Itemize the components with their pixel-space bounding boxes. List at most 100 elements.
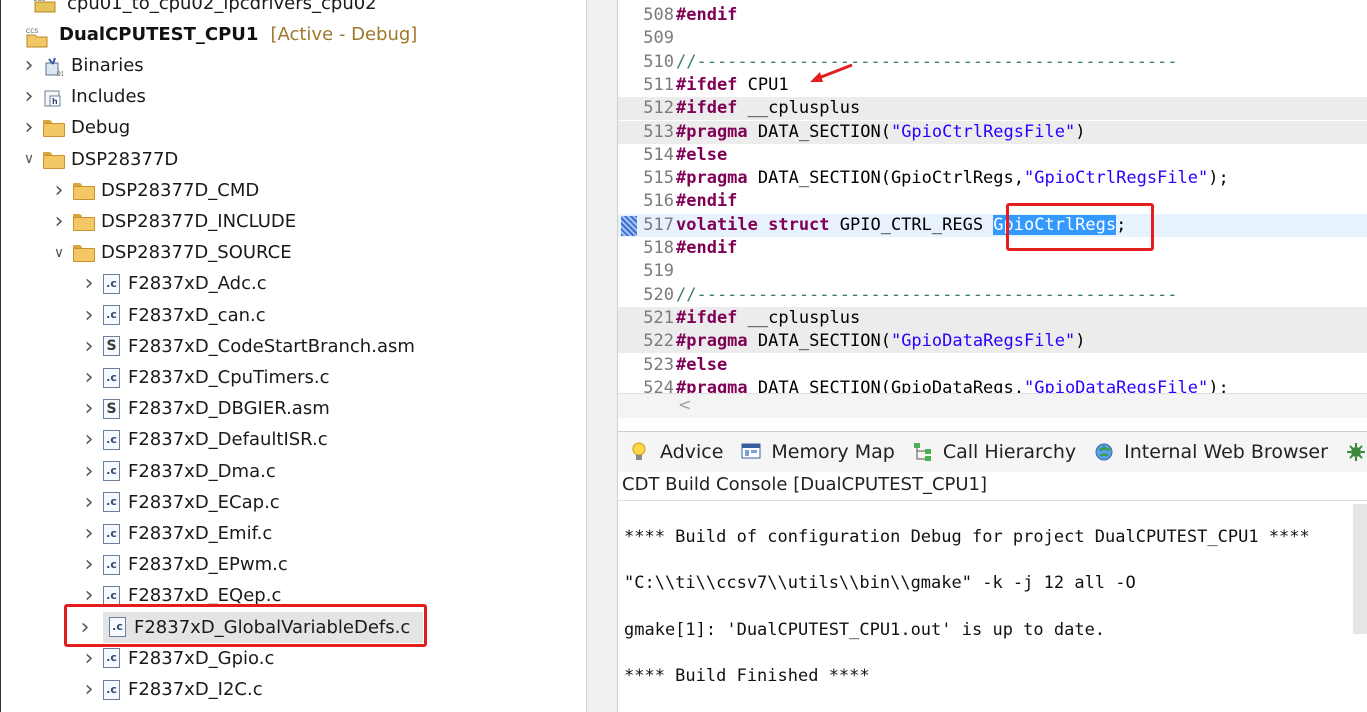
tree-item-cpu02-project[interactable]: CCS cpu01_to_cpu02_ipcdrivers_cpu02 xyxy=(1,0,586,19)
code-line[interactable]: 509 xyxy=(618,27,1367,50)
c-file-icon: .c xyxy=(103,554,120,575)
line-number: 513 xyxy=(643,121,674,142)
vertical-scrollbar[interactable] xyxy=(1353,504,1367,634)
tree-item[interactable]: › Debug xyxy=(1,112,586,143)
chevron-right-icon[interactable]: › xyxy=(81,646,97,671)
tree-item[interactable]: › .c F2837xD_EPwm.c xyxy=(1,549,586,580)
code-text: ); xyxy=(1208,168,1229,189)
folder-icon xyxy=(73,182,95,200)
code-line[interactable]: 521 #ifdef __cplusplus xyxy=(618,306,1367,331)
code-keyword: #ifdef xyxy=(676,98,738,119)
chevron-down-icon[interactable]: ∨ xyxy=(51,245,67,261)
tree-item-label: Includes xyxy=(71,86,146,108)
c-file-icon: .c xyxy=(103,585,120,606)
tree-item[interactable]: › 01 Binaries xyxy=(1,50,586,81)
tree-item-label: F2837xD_can.c xyxy=(128,304,266,326)
chevron-right-icon[interactable]: › xyxy=(81,303,97,328)
code-line[interactable]: 515 #pragma DATA_SECTION(GpioCtrlRegs,"Gp… xyxy=(618,167,1367,190)
tree-item[interactable]: › .c F2837xD_CpuTimers.c xyxy=(1,362,586,393)
code-line[interactable]: 512 #ifdef __cplusplus xyxy=(618,97,1367,121)
chevron-down-icon[interactable]: ∨ xyxy=(21,151,37,167)
tree-item[interactable]: › .c F2837xD_can.c xyxy=(1,300,586,331)
code-line[interactable]: 518 #endif xyxy=(618,237,1367,260)
tree-item-project[interactable]: CCS DualCPUTEST_CPU1 [Active - Debug] xyxy=(1,19,586,50)
chevron-right-icon[interactable]: › xyxy=(81,396,97,421)
scroll-left-icon[interactable]: < xyxy=(678,395,691,414)
chevron-right-icon[interactable]: › xyxy=(81,365,97,390)
code-line[interactable]: 511 #ifdef CPU1 xyxy=(618,74,1367,97)
chevron-right-icon[interactable]: › xyxy=(81,521,97,546)
view-tab[interactable]: De xyxy=(1346,441,1367,463)
line-number: 518 xyxy=(643,238,674,258)
chevron-right-icon[interactable]: › xyxy=(81,459,97,484)
tree-item-label: F2837xD_CpuTimers.c xyxy=(128,367,330,388)
ccs-project-icon: CCS xyxy=(33,0,59,13)
chevron-right-icon[interactable]: › xyxy=(21,53,37,78)
code-keyword: #else xyxy=(676,354,728,375)
chevron-right-icon[interactable]: › xyxy=(51,178,67,203)
code-editor[interactable]: 508 #endif 509 510//-----------------------… xyxy=(618,0,1367,418)
chevron-right-icon[interactable]: › xyxy=(81,334,97,359)
code-line[interactable]: 519 xyxy=(618,260,1367,283)
view-tab-label: Internal Web Browser xyxy=(1124,441,1328,463)
tree-item-label: DSP28377D_CMD xyxy=(101,179,260,201)
chevron-right-icon[interactable]: › xyxy=(81,490,97,515)
chevron-right-icon[interactable]: › xyxy=(21,115,37,140)
code-line[interactable]: 513 #pragma DATA_SECTION("GpioCtrlRegsFil… xyxy=(618,120,1367,144)
code-text: DATA_SECTION( xyxy=(747,331,891,352)
chevron-right-icon[interactable]: › xyxy=(81,552,97,577)
c-file-icon: .c xyxy=(103,429,120,450)
code-line[interactable]: 508 #endif xyxy=(618,4,1367,27)
project-name: DualCPUTEST_CPU1 xyxy=(59,24,259,45)
chevron-right-icon[interactable]: › xyxy=(51,209,67,234)
tree-item[interactable]: › S F2837xD_CodeStartBranch.asm xyxy=(1,331,586,362)
line-number: 523 xyxy=(643,354,674,375)
code-line[interactable]: 520//-----------------------------------… xyxy=(618,284,1367,307)
code-line[interactable]: 514 #else xyxy=(618,144,1367,167)
horizontal-scrollbar[interactable]: < xyxy=(618,393,1367,418)
lightbulb-icon xyxy=(630,442,652,462)
tree-item-label: cpu01_to_cpu02_ipcdrivers_cpu02 xyxy=(67,0,377,14)
tree-item-label: F2837xD_DBGIER.asm xyxy=(128,398,330,420)
tree-item[interactable]: ∨ DSP28377D_SOURCE xyxy=(1,237,586,268)
code-line[interactable]: 522 #pragma DATA_SECTION("GpioDataRegsFil… xyxy=(618,330,1367,354)
view-divider[interactable] xyxy=(586,0,618,712)
tree-item[interactable]: ∨ DSP28377D xyxy=(1,144,586,175)
view-tab[interactable]: Call Hierarchy xyxy=(913,441,1076,463)
svg-text:CCS: CCS xyxy=(26,28,38,35)
tree-item[interactable]: › .c F2837xD_Emif.c xyxy=(1,518,586,549)
code-line[interactable]: 516 #endif xyxy=(618,190,1367,213)
chevron-right-icon[interactable]: › xyxy=(81,427,97,452)
tree-item[interactable]: › DSP28377D_CMD xyxy=(1,175,586,206)
tree-item[interactable]: › .c F2837xD_DefaultISR.c xyxy=(1,424,586,455)
code-string: "GpioCtrlRegsFile" xyxy=(890,121,1076,142)
c-file-icon: .c xyxy=(103,492,120,513)
tree-item[interactable]: › h Includes xyxy=(1,81,586,112)
view-tab[interactable]: Memory Map xyxy=(741,441,895,463)
tree-item-label: F2837xD_CodeStartBranch.asm xyxy=(128,335,415,357)
tree-item[interactable]: › S F2837xD_DBGIER.asm xyxy=(1,393,586,424)
code-keyword: #else xyxy=(676,144,728,165)
code-line[interactable]: 523 #else xyxy=(618,354,1367,377)
tree-item-label: F2837xD_I2C.c xyxy=(128,679,263,700)
code-keyword: volatile struct xyxy=(676,214,830,235)
tree-item[interactable]: › .c F2837xD_Dma.c xyxy=(1,456,586,487)
view-tab[interactable]: Advice xyxy=(630,441,723,463)
chevron-right-icon[interactable]: › xyxy=(81,271,97,296)
chevron-right-icon[interactable]: › xyxy=(21,84,37,109)
code-line[interactable]: 517 volatile struct GPIO_CTRL_REGS GpioCt… xyxy=(618,213,1367,237)
code-keyword: #pragma xyxy=(676,121,748,142)
folder-icon xyxy=(73,245,95,263)
tree-item[interactable]: › .c F2837xD_Gpio.c xyxy=(1,643,586,674)
tree-item[interactable]: › .c F2837xD_Adc.c xyxy=(1,268,586,299)
view-tab[interactable]: Internal Web Browser xyxy=(1094,441,1328,463)
tree-item[interactable]: › DSP28377D_INCLUDE xyxy=(1,206,586,237)
asm-file-icon: S xyxy=(103,398,120,419)
chevron-right-icon[interactable]: › xyxy=(81,677,97,702)
tree-item[interactable]: › .c F2837xD_I2C.c xyxy=(1,674,586,705)
code-line[interactable]: 510//-----------------------------------… xyxy=(618,51,1367,74)
console-line: gmake[1]: 'DualCPUTEST_CPU1.out' is up t… xyxy=(624,620,1106,640)
globe-icon xyxy=(1094,442,1116,462)
code-text: CPU1 xyxy=(737,74,789,95)
tree-item[interactable]: › .c F2837xD_ECap.c xyxy=(1,487,586,518)
